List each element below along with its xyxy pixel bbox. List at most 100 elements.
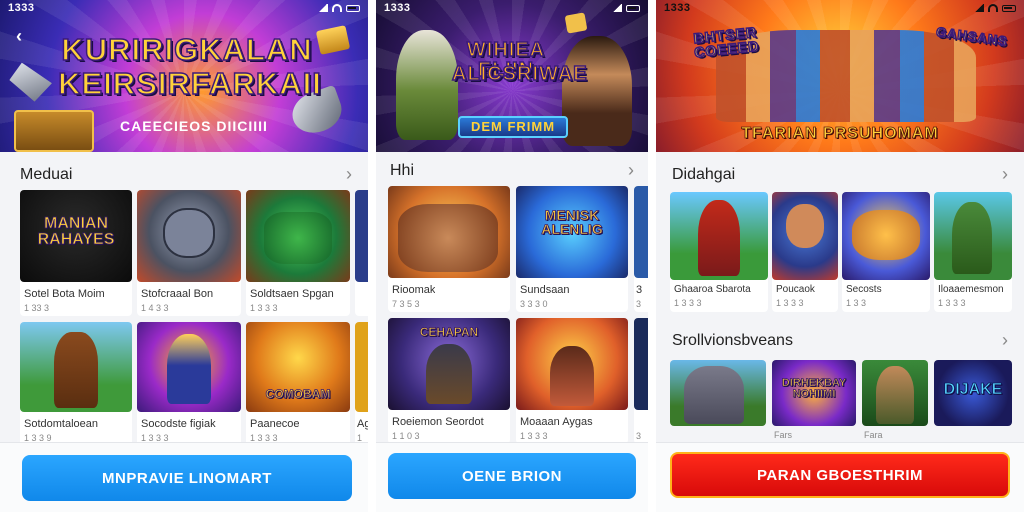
game-card[interactable] — [355, 190, 368, 316]
banner-title-line-2: KEIRSIRFARKAII — [57, 66, 322, 101]
game-meta: 1 3 3 3 — [938, 298, 966, 308]
hero-banner[interactable]: 1333 BHTSER COEEED GAHSANS TFARIAN PRSUH… — [656, 0, 1024, 152]
banner-subtitle: CAEECIEOS DIICIIII — [120, 118, 268, 134]
chevron-right-icon[interactable]: › — [1002, 330, 1008, 351]
primary-cta-button[interactable]: OENE BRION — [388, 453, 636, 499]
warrior-character-icon — [952, 202, 992, 274]
game-thumbnail — [355, 190, 368, 282]
game-thumbnail[interactable] — [670, 360, 766, 426]
game-title: Socodste figiak — [141, 418, 216, 430]
thumbnail-art-text: MENISK ALENLIG — [541, 207, 603, 237]
character-group-icon — [852, 210, 920, 260]
game-meta: 1 3 3 3 — [674, 298, 702, 308]
game-thumbnail — [634, 318, 648, 410]
game-card[interactable]: Secosts 1 3 3 — [842, 192, 930, 312]
game-title: Secosts — [846, 284, 882, 295]
kids-characters-icon — [398, 204, 498, 272]
game-card[interactable]: Ag 1 — [355, 322, 368, 446]
game-meta: 7 3 5 3 — [392, 299, 420, 309]
game-title: Sotdomtaloean — [24, 418, 98, 430]
game-card[interactable]: 3 3 — [634, 186, 648, 312]
banner-title-line-1: KURIRIGKALAN — [61, 32, 313, 67]
phone-screen-2: 1333 WIHIEA ELIIN ALICSRIWAE DEM FRIMM H… — [376, 0, 648, 512]
game-thumbnail — [137, 190, 241, 282]
game-thumbnail — [516, 318, 628, 410]
game-thumbnail — [246, 190, 350, 282]
game-card[interactable]: Rioomak 7 3 5 3 — [388, 186, 510, 312]
game-thumbnail[interactable]: DIRHEKBAY NOHIIMI — [772, 360, 856, 426]
warrior-character-icon — [426, 344, 472, 404]
game-card[interactable]: 3 — [634, 318, 648, 444]
game-card[interactable]: MANIAN RAHAYES Sotel Bota Moim 1 33 3 — [20, 190, 132, 316]
phone-screen-3: 1333 BHTSER COEEED GAHSANS TFARIAN PRSUH… — [656, 0, 1024, 512]
hero-banner[interactable]: 1333 WIHIEA ELIIN ALICSRIWAE DEM FRIMM — [376, 0, 648, 152]
chevron-right-icon[interactable]: › — [346, 164, 352, 185]
composite-stage: 1333 ‹ KURIRIGKALAN KEIRSIRFARKAII CAEEC… — [0, 0, 1024, 512]
game-title: Rioomak — [392, 284, 436, 296]
game-card[interactable]: Stofcraaal Bon 1 4 3 3 — [137, 190, 241, 316]
game-card[interactable]: Sotdomtaloean 1 3 3 9 — [20, 322, 132, 446]
phone-screen-1: 1333 ‹ KURIRIGKALAN KEIRSIRFARKAII CAEEC… — [0, 0, 368, 512]
game-thumbnail — [634, 186, 648, 278]
game-thumbnail: COMOBAM — [246, 322, 350, 412]
section-header[interactable]: Meduai › — [20, 164, 352, 185]
thumbnail-art-text: CEHAPAN — [419, 325, 479, 339]
game-card[interactable]: Poucaok 1 3 3 3 — [772, 192, 838, 312]
status-bar: 1333 — [376, 0, 648, 16]
status-time: 1333 — [664, 2, 691, 14]
game-thumbnail — [772, 192, 838, 280]
pirate-character-icon — [562, 36, 632, 146]
game-thumbnail — [842, 192, 930, 280]
primary-cta-button[interactable]: MNPRAVIE LINOMART — [22, 455, 352, 501]
game-title: Stofcraaal Bon — [141, 288, 214, 300]
wolf-character-icon — [684, 366, 744, 424]
wifi-icon — [332, 4, 342, 12]
game-card[interactable]: Ghaaroa Sbarota 1 3 3 3 — [670, 192, 768, 312]
game-thumbnail[interactable]: DIJAKE — [934, 360, 1012, 426]
game-card[interactable]: Socodste figiak 1 3 3 3 — [137, 322, 241, 446]
girl-character-icon — [550, 346, 594, 406]
signal-icon — [318, 4, 328, 12]
chevron-right-icon[interactable]: › — [628, 160, 634, 181]
back-arrow-icon[interactable]: ‹ — [16, 26, 22, 47]
banner-badge: DEM FRIMM — [458, 116, 568, 138]
game-title: Moaaan Aygas — [520, 416, 593, 428]
banner-title-line-2: ALICSRIWAE — [451, 63, 588, 85]
game-card[interactable]: Iloaaemesmon 1 3 3 3 — [934, 192, 1012, 312]
hero-character-icon — [698, 200, 740, 276]
game-thumbnail[interactable] — [862, 360, 928, 426]
game-card[interactable]: MENISK ALENLIG Sundsaan 3 3 3 0 — [516, 186, 628, 312]
character-face-icon — [163, 208, 215, 258]
chevron-right-icon[interactable]: › — [1002, 164, 1008, 185]
hero-banner[interactable]: 1333 ‹ KURIRIGKALAN KEIRSIRFARKAII CAEEC… — [0, 0, 368, 152]
section-header[interactable]: Srollvionsbveans › — [672, 330, 1008, 351]
game-title: Iloaaemesmon — [938, 284, 1004, 295]
battery-icon — [346, 4, 360, 12]
banner-ribbon: TFARIAN PRSUHOMAM — [741, 125, 939, 143]
battery-icon — [1002, 4, 1016, 12]
section-header[interactable]: Didahgai › — [672, 164, 1008, 185]
game-meta: 3 — [636, 431, 642, 441]
game-meta: 1 1 0 3 — [392, 431, 420, 441]
game-title: Paanecoe — [250, 418, 300, 430]
character-group-icon — [264, 212, 332, 264]
game-thumbnail: MANIAN RAHAYES — [20, 190, 132, 282]
section-title: Srollvionsbveans — [672, 331, 793, 349]
status-icons — [612, 4, 640, 12]
section-title: Meduai — [20, 165, 73, 183]
game-card[interactable]: COMOBAM Paanecoe 1 3 3 3 — [246, 322, 350, 446]
status-bar: 1333 — [0, 0, 368, 16]
game-card[interactable]: Moaaan Aygas 1 3 3 3 — [516, 318, 628, 444]
section-header[interactable]: Hhi › — [390, 160, 634, 181]
thumbnail-art-text: MANIAN RAHAYES — [37, 215, 115, 248]
game-thumbnail — [388, 186, 510, 278]
primary-cta-button[interactable]: PARAN GBOESTHRIM — [670, 452, 1010, 498]
game-card[interactable]: CEHAPAN Roeiemon Seordot 1 1 0 3 — [388, 318, 510, 444]
game-card[interactable]: Soldtsaen Spgan 1 3 3 3 — [246, 190, 350, 316]
soldier-character-icon — [876, 366, 914, 424]
game-title: Sundsaan — [520, 284, 570, 296]
adventurer-character-icon — [54, 332, 98, 408]
status-icons — [974, 4, 1016, 12]
game-meta: 1 3 3 3 — [250, 303, 278, 313]
game-meta: 1 4 3 3 — [141, 303, 169, 313]
